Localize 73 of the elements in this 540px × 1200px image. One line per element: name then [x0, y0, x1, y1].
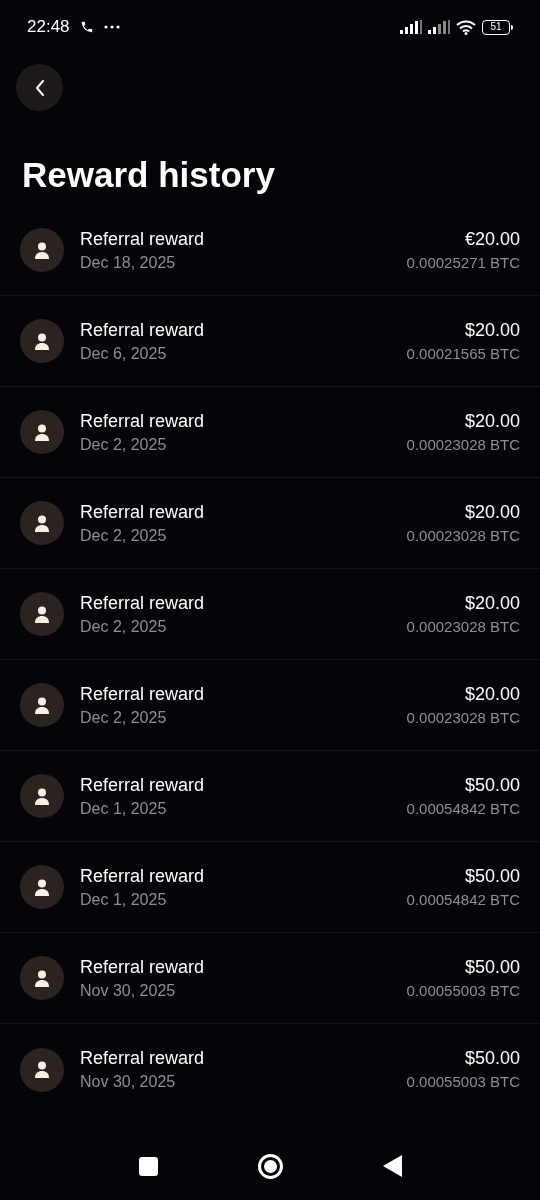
reward-date: Dec 2, 2025	[80, 707, 168, 728]
reward-label: Referral reward	[80, 682, 205, 705]
reward-amount: $20.00	[464, 591, 520, 614]
reward-row[interactable]: Referral reward Dec 1, 2025 $50.00 0.00054842 BTC	[0, 751, 540, 842]
btc-amount: 0.00023028 BTC	[406, 525, 520, 546]
reward-amount: $50.00	[464, 955, 520, 978]
status-time: 22:48	[27, 16, 70, 39]
reward-date: Nov 30, 2025	[80, 1072, 177, 1092]
phone-icon	[79, 20, 94, 34]
reward-date: Dec 6, 2025	[80, 343, 168, 364]
avatar-icon	[20, 592, 64, 636]
reward-row[interactable]: Referral reward Dec 18, 2025 €20.00 0.00025271 BTC	[0, 205, 540, 296]
reward-label: Referral reward	[80, 500, 205, 523]
reward-date: Dec 2, 2025	[80, 525, 168, 546]
reward-label: Referral reward	[80, 227, 205, 250]
more-icon	[103, 25, 120, 29]
reward-label: Referral reward	[80, 955, 205, 978]
reward-amount: $20.00	[464, 318, 520, 341]
reward-date: Dec 1, 2025	[80, 889, 168, 910]
reward-row[interactable]: Referral reward Dec 2, 2025 $20.00 0.00023028 BTC	[0, 387, 540, 478]
avatar-icon	[20, 865, 64, 909]
battery-icon: 51	[482, 19, 513, 35]
reward-row[interactable]: Referral reward Nov 30, 2025 $50.00 0.00055003 BTC	[0, 1024, 540, 1115]
avatar-icon	[20, 774, 64, 818]
reward-amount: $20.00	[464, 682, 520, 705]
reward-amount: €20.00	[464, 227, 520, 250]
reward-row[interactable]: Referral reward Dec 6, 2025 $20.00 0.00021565 BTC	[0, 296, 540, 387]
reward-row[interactable]: Referral reward Nov 30, 2025 $50.00 0.00055003 BTC	[0, 933, 540, 1024]
avatar-icon	[20, 501, 64, 545]
reward-date: Nov 30, 2025	[80, 980, 177, 1001]
reward-amount: $50.00	[464, 1047, 520, 1069]
back-button[interactable]	[16, 64, 63, 111]
avatar-icon	[20, 683, 64, 727]
btc-amount: 0.00054842 BTC	[406, 798, 520, 819]
avatar-icon	[20, 410, 64, 454]
reward-label: Referral reward	[80, 773, 205, 796]
avatar-icon	[20, 319, 64, 363]
reward-label: Referral reward	[80, 591, 205, 614]
btc-amount: 0.00054842 BTC	[406, 889, 520, 910]
reward-date: Dec 2, 2025	[80, 616, 168, 637]
reward-row[interactable]: Referral reward Dec 1, 2025 $50.00 0.00054842 BTC	[0, 842, 540, 933]
reward-date: Dec 18, 2025	[80, 252, 177, 273]
reward-amount: $20.00	[464, 500, 520, 523]
btc-amount: 0.00021565 BTC	[406, 343, 520, 364]
page-title: Reward history	[21, 155, 276, 195]
avatar-icon	[20, 1047, 64, 1092]
reward-amount: $50.00	[464, 864, 520, 887]
reward-label: Referral reward	[80, 318, 205, 341]
avatar-icon	[20, 228, 64, 272]
reward-row[interactable]: Referral reward Dec 2, 2025 $20.00 0.00023028 BTC	[0, 478, 540, 569]
recents-button[interactable]	[138, 1156, 158, 1176]
reward-label: Referral reward	[80, 864, 205, 887]
reward-amount: $20.00	[464, 409, 520, 432]
reward-date: Dec 2, 2025	[80, 434, 168, 455]
btc-amount: 0.00025271 BTC	[406, 252, 520, 273]
wifi-icon	[456, 19, 476, 35]
btc-amount: 0.00023028 BTC	[406, 616, 520, 637]
reward-row[interactable]: Referral reward Dec 2, 2025 $20.00 0.00023028 BTC	[0, 660, 540, 751]
reward-row[interactable]: Referral reward Dec 2, 2025 $20.00 0.00023028 BTC	[0, 569, 540, 660]
btc-amount: 0.00055003 BTC	[406, 1072, 520, 1092]
avatar-icon	[20, 956, 64, 1000]
home-button[interactable]	[257, 1153, 283, 1179]
back-nav-button[interactable]	[382, 1155, 402, 1177]
signal-icon	[428, 20, 450, 34]
reward-amount: $50.00	[464, 773, 520, 796]
reward-label: Referral reward	[80, 1047, 205, 1069]
btc-amount: 0.00023028 BTC	[406, 707, 520, 728]
reward-label: Referral reward	[80, 409, 205, 432]
reward-date: Dec 1, 2025	[80, 798, 168, 819]
signal-icon	[400, 20, 422, 34]
btc-amount: 0.00023028 BTC	[406, 434, 520, 455]
btc-amount: 0.00055003 BTC	[406, 980, 520, 1001]
back-icon	[34, 79, 45, 96]
